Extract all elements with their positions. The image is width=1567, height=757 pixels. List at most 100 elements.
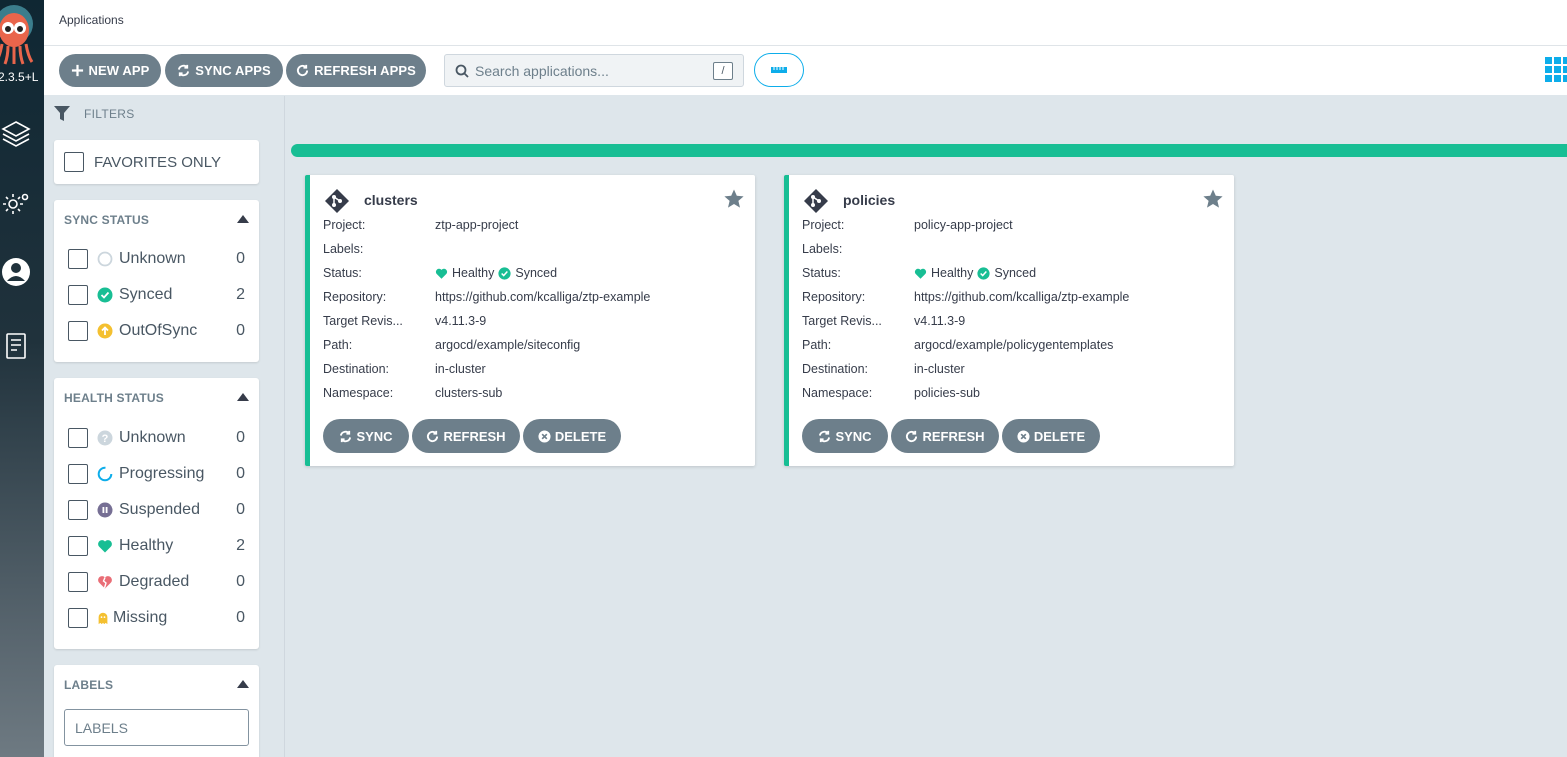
field-key: Namespace: xyxy=(802,386,873,400)
checkbox[interactable] xyxy=(68,428,88,448)
favorites-checkbox[interactable] xyxy=(64,152,84,172)
checkbox[interactable] xyxy=(68,285,88,305)
field-value: in-cluster xyxy=(914,362,965,376)
filter-count: 0 xyxy=(236,573,245,590)
filter-label: Suspended xyxy=(119,501,200,518)
search-box: / xyxy=(444,54,744,87)
sync-label: SYNC xyxy=(835,428,872,444)
view-mode-toggle[interactable] xyxy=(754,53,804,87)
refresh-button[interactable]: REFRESH xyxy=(891,419,999,453)
argo-logo[interactable] xyxy=(0,4,38,68)
field-value: in-cluster xyxy=(435,362,486,376)
field-value[interactable]: https://github.com/kcalliga/ztp-example xyxy=(914,290,1129,304)
checkbox[interactable] xyxy=(68,572,88,592)
new-app-button[interactable]: NEW APP xyxy=(59,54,161,87)
healthy-heart-icon xyxy=(914,268,927,279)
refresh-button[interactable]: REFRESH xyxy=(412,419,520,453)
filter-health-suspended[interactable]: Suspended 0 xyxy=(68,499,245,521)
checkbox[interactable] xyxy=(68,500,88,520)
sync-unknown-icon xyxy=(97,251,113,267)
search-input[interactable] xyxy=(475,60,705,82)
application-card-clusters[interactable]: clusters Project: ztp-app-project Labels:… xyxy=(305,175,755,466)
checkbox[interactable] xyxy=(68,321,88,341)
field-key: Project: xyxy=(802,218,845,232)
search-icon xyxy=(455,64,469,78)
sync-button[interactable]: SYNC xyxy=(802,419,888,453)
field-key: Namespace: xyxy=(323,386,394,400)
sync-apps-button[interactable]: SYNC APPS xyxy=(165,54,283,87)
field-value: policy-app-project xyxy=(914,218,1013,232)
health-status-panel: HEALTH STATUS ? Unknown 0 Progressing 0 … xyxy=(54,378,259,649)
checkbox[interactable] xyxy=(68,464,88,484)
field-namespace: Namespace: policies-sub xyxy=(802,386,1224,402)
field-value[interactable]: https://github.com/kcalliga/ztp-example xyxy=(435,290,650,304)
nav-documentation[interactable] xyxy=(0,330,32,362)
delete-button[interactable]: DELETE xyxy=(523,419,621,453)
filter-health-healthy[interactable]: Healthy 2 xyxy=(68,535,245,557)
filter-label: Progressing xyxy=(119,465,205,482)
collapse-caret-icon[interactable] xyxy=(237,392,249,402)
filter-count: 0 xyxy=(236,501,245,518)
filter-sync-outofsync[interactable]: OutOfSync 0 xyxy=(68,320,245,342)
filter-health-unknown[interactable]: ? Unknown 0 xyxy=(68,427,245,449)
field-key: Path: xyxy=(802,338,832,352)
tiles-view-icon[interactable] xyxy=(1545,57,1567,83)
checkbox[interactable] xyxy=(68,608,88,628)
filter-label: Unknown xyxy=(119,250,186,267)
filter-count: 2 xyxy=(236,537,245,554)
filter-funnel-icon xyxy=(54,106,70,121)
application-card-policies[interactable]: policies Project: policy-app-project Labe… xyxy=(784,175,1234,466)
sync-icon xyxy=(340,430,352,442)
favorite-star-icon[interactable] xyxy=(723,188,745,210)
collapse-caret-icon[interactable] xyxy=(237,214,249,224)
delete-circle-x-icon xyxy=(1017,429,1030,443)
checkbox[interactable] xyxy=(68,536,88,556)
filter-count: 0 xyxy=(236,465,245,482)
sync-apps-label: SYNC APPS xyxy=(195,63,271,78)
nav-user-info[interactable] xyxy=(0,256,32,288)
field-value: v4.11.3-9 xyxy=(435,314,487,328)
sync-icon xyxy=(178,64,190,77)
favorite-star-icon[interactable] xyxy=(1202,188,1224,210)
field-status: Status: Healthy Synced xyxy=(323,266,745,282)
synced-icon xyxy=(97,287,113,303)
filter-health-degraded[interactable]: Degraded 0 xyxy=(68,571,245,593)
sync-button[interactable]: SYNC xyxy=(323,419,409,453)
gears-icon xyxy=(3,193,29,214)
git-icon xyxy=(804,189,828,213)
refresh-icon xyxy=(427,430,439,442)
field-target-revision: Target Revis... v4.11.3-9 xyxy=(323,314,745,330)
field-target-revision: Target Revis... v4.11.3-9 xyxy=(802,314,1224,330)
delete-label: DELETE xyxy=(1033,428,1086,444)
filter-label: Healthy xyxy=(119,537,174,554)
filter-count: 2 xyxy=(236,286,245,303)
sync-status: Synced xyxy=(515,266,558,280)
favorites-only-toggle[interactable]: FAVORITES ONLY xyxy=(54,140,259,184)
filter-sync-unknown[interactable]: Unknown 0 xyxy=(68,248,245,270)
sync-status: Synced xyxy=(994,266,1037,280)
filter-sync-synced[interactable]: Synced 2 xyxy=(68,284,245,306)
user-avatar-icon xyxy=(2,258,30,286)
field-status: Status: Healthy Synced xyxy=(802,266,1224,282)
filter-count: 0 xyxy=(236,322,245,339)
filter-health-progressing[interactable]: Progressing 0 xyxy=(68,463,245,485)
refresh-apps-button[interactable]: REFRESH APPS xyxy=(286,54,426,87)
git-icon xyxy=(325,189,349,213)
refresh-label: REFRESH xyxy=(922,428,985,444)
out-of-sync-icon xyxy=(97,323,113,339)
field-destination: Destination: in-cluster xyxy=(802,362,1224,378)
nav-rail: 2.3.5+L xyxy=(0,0,44,757)
refresh-apps-label: REFRESH APPS xyxy=(314,63,416,78)
filter-health-missing[interactable]: Missing 0 xyxy=(68,607,245,629)
app-name[interactable]: policies xyxy=(843,192,895,208)
collapse-caret-icon[interactable] xyxy=(237,679,249,689)
nav-settings[interactable] xyxy=(0,188,32,220)
delete-button[interactable]: DELETE xyxy=(1002,419,1100,453)
layers-icon xyxy=(1,121,31,147)
nav-applications[interactable] xyxy=(0,117,32,149)
version-label: 2.3.5+L xyxy=(0,70,39,84)
labels-input[interactable] xyxy=(64,709,249,746)
app-name[interactable]: clusters xyxy=(364,192,418,208)
checkbox[interactable] xyxy=(68,249,88,269)
field-repository: Repository: https://github.com/kcalliga/z… xyxy=(802,290,1224,306)
